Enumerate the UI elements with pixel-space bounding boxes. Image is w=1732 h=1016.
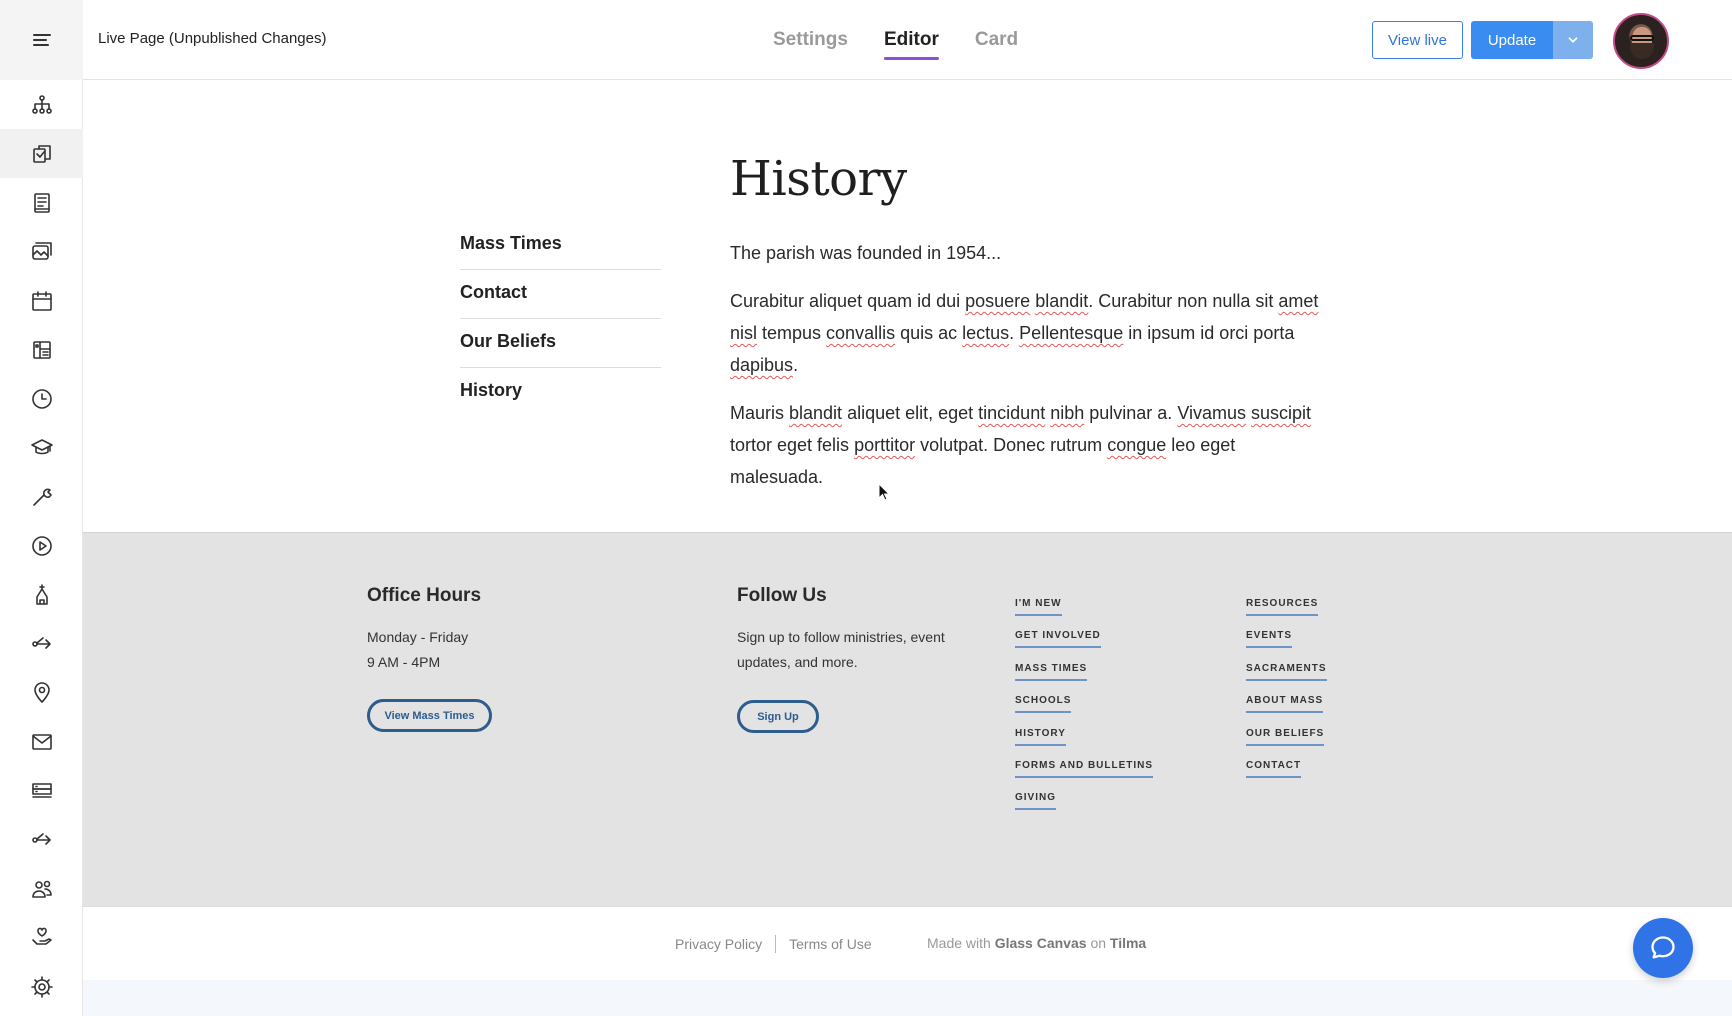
footer-link-our-beliefs[interactable]: OUR BELIEFS: [1246, 728, 1325, 746]
legal-links: Privacy Policy Terms of Use: [675, 935, 872, 953]
sidebar-item-giving[interactable]: [0, 913, 83, 962]
footer-link-im-new[interactable]: I'M NEW: [1015, 598, 1062, 616]
menu-toggle-button[interactable]: [0, 0, 83, 80]
glass-canvas-link[interactable]: Glass Canvas: [995, 935, 1087, 951]
sidebar-item-video[interactable]: [0, 521, 83, 570]
sidebar-item-pages[interactable]: [0, 129, 83, 178]
sidebar-item-settings[interactable]: [0, 962, 83, 1011]
tab-editor[interactable]: Editor: [883, 0, 939, 80]
footer-link-mass-times[interactable]: MASS TIMES: [1015, 663, 1088, 681]
site-footer: Office Hours Monday - Friday 9 AM - 4PM …: [83, 532, 1732, 906]
footer-link-events[interactable]: EVENTS: [1246, 630, 1293, 649]
footer-link-giving[interactable]: GIVING: [1015, 792, 1057, 811]
church-icon: [35, 583, 48, 605]
office-hours-title: Office Hours: [367, 585, 482, 606]
divider: [775, 935, 777, 953]
share-icon: [31, 832, 51, 845]
footer-link-schools[interactable]: SCHOOLS: [1015, 695, 1072, 714]
chevron-down-icon: [1568, 37, 1578, 43]
section-nav-item-contact[interactable]: Contact: [460, 270, 661, 319]
bottom-bar: Privacy Policy Terms of Use Made with Gl…: [83, 906, 1732, 980]
layout-icon: [32, 340, 51, 359]
section-nav: Mass Times Contact Our Beliefs History: [460, 221, 661, 417]
follow-us-text: Sign up to follow ministries, event upda…: [737, 629, 945, 670]
footer-link-about-mass[interactable]: ABOUT MASS: [1246, 695, 1324, 714]
sidebar-item-tools[interactable]: [0, 472, 83, 521]
gear-icon: [30, 975, 53, 998]
bottom-strip: [83, 980, 1732, 1016]
book-icon: [33, 192, 50, 213]
section-nav-item-mass-times[interactable]: Mass Times: [460, 221, 661, 270]
footer-link-forms-bulletins[interactable]: FORMS AND BULLETINS: [1015, 760, 1154, 778]
sidebar-item-school[interactable]: [0, 423, 83, 472]
section-nav-item-history[interactable]: History: [460, 368, 661, 417]
footer-link-history[interactable]: HISTORY: [1015, 728, 1066, 746]
server-icon: [31, 782, 52, 798]
tab-settings[interactable]: Settings: [773, 0, 848, 80]
sidebar-item-location[interactable]: [0, 668, 83, 717]
top-bar: Live Page (Unpublished Changes) Settings…: [83, 0, 1732, 80]
sitemap-icon: [31, 94, 52, 114]
footer-link-contact[interactable]: CONTACT: [1246, 760, 1302, 778]
body-paragraph-2[interactable]: Mauris blandit aliquet elit, eget tincid…: [730, 397, 1330, 493]
sign-up-button[interactable]: Sign Up: [737, 700, 819, 733]
graduation-cap-icon: [30, 438, 53, 454]
location-pin-icon: [33, 681, 50, 703]
privacy-policy-link[interactable]: Privacy Policy: [675, 936, 762, 952]
mouse-cursor-icon: [878, 483, 890, 501]
donate-hand-icon: [31, 927, 52, 945]
view-live-button[interactable]: View live: [1372, 21, 1463, 59]
footer-link-resources[interactable]: RESOURCES: [1246, 598, 1319, 616]
chat-bubble-icon: [1651, 936, 1675, 959]
play-icon: [31, 535, 52, 556]
users-icon: [31, 880, 52, 898]
update-button[interactable]: Update: [1471, 21, 1553, 59]
made-with-credit: Made with Glass Canvas on Tilma: [927, 935, 1147, 951]
clock-icon: [31, 388, 52, 409]
sidebar-item-sitemap[interactable]: [0, 80, 83, 129]
terms-of-use-link[interactable]: Terms of Use: [789, 936, 871, 952]
editor-tabs: Settings Editor Card: [773, 0, 1018, 80]
page-content: Mass Times Contact Our Beliefs History H…: [83, 81, 1732, 532]
section-nav-item-our-beliefs[interactable]: Our Beliefs: [460, 319, 661, 368]
article-editor[interactable]: History The parish was founded in 1954..…: [730, 151, 1330, 493]
sidebar-item-people[interactable]: [0, 864, 83, 913]
sidebar-item-church[interactable]: [0, 570, 83, 619]
footer-link-sacraments[interactable]: SACRAMENTS: [1246, 663, 1327, 681]
avatar[interactable]: [1613, 13, 1669, 69]
wrench-icon: [32, 488, 52, 506]
sidebar-item-mail[interactable]: [0, 717, 83, 766]
share-icon: [31, 636, 51, 649]
footer-links-col-2: RESOURCES EVENTS SACRAMENTS ABOUT MASS O…: [1246, 593, 1327, 787]
sidebar-item-layout[interactable]: [0, 325, 83, 374]
sidebar-item-calendar[interactable]: [0, 276, 83, 325]
intro-paragraph[interactable]: The parish was founded in 1954...: [730, 237, 1330, 269]
hamburger-menu-icon: [32, 34, 51, 46]
mail-icon: [31, 733, 52, 750]
media-icon: [31, 241, 52, 260]
office-hours-text: Monday - Friday 9 AM - 4PM: [367, 629, 469, 670]
help-chat-button[interactable]: [1633, 918, 1693, 978]
tab-card[interactable]: Card: [975, 0, 1018, 80]
tilma-link[interactable]: Tilma: [1110, 935, 1146, 951]
calendar-icon: [31, 290, 52, 311]
body-paragraph-1[interactable]: Curabitur aliquet quam id dui posuere bl…: [730, 285, 1330, 381]
update-dropdown-button[interactable]: [1553, 21, 1593, 59]
pages-icon: [32, 144, 51, 163]
sidebar-item-server[interactable]: [0, 766, 83, 815]
sidebar-item-book[interactable]: [0, 178, 83, 227]
sidebar-item-clock[interactable]: [0, 374, 83, 423]
sidebar: [0, 0, 83, 1016]
follow-us-title: Follow Us: [737, 585, 827, 606]
footer-links-col-1: I'M NEW GET INVOLVED MASS TIMES SCHOOLS …: [1015, 593, 1154, 820]
sidebar-nav: [0, 80, 83, 1011]
sidebar-item-media[interactable]: [0, 227, 83, 276]
page-title[interactable]: History: [730, 151, 1330, 215]
page-status: Live Page (Unpublished Changes): [98, 30, 327, 47]
footer-link-get-involved[interactable]: GET INVOLVED: [1015, 630, 1101, 649]
view-mass-times-button[interactable]: View Mass Times: [367, 699, 492, 732]
sidebar-item-share-2[interactable]: [0, 815, 83, 864]
sidebar-item-share[interactable]: [0, 619, 83, 668]
